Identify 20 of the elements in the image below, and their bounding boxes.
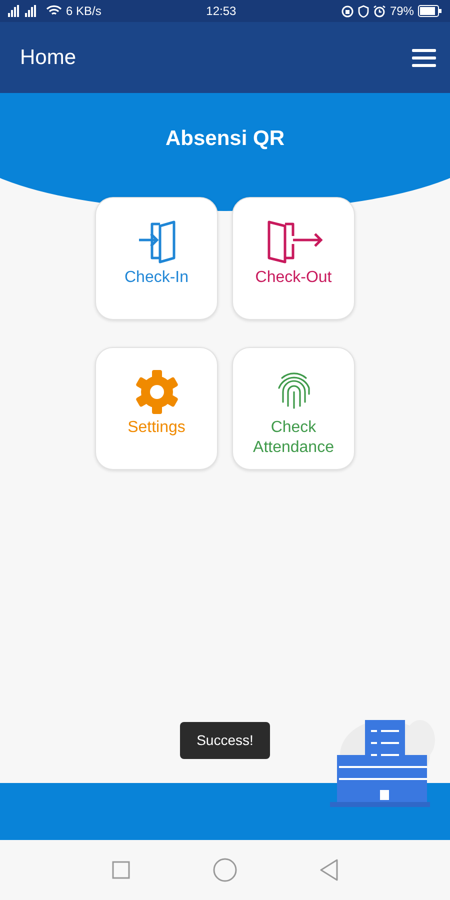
battery-icon — [418, 5, 442, 17]
alarm-icon — [372, 4, 386, 18]
menu-icon[interactable] — [412, 48, 436, 66]
rotation-lock-icon — [340, 4, 354, 18]
shield-icon — [358, 4, 369, 18]
menu-tile[interactable]: Check-Out — [232, 196, 355, 320]
back-button[interactable] — [320, 859, 338, 881]
wifi-icon — [46, 5, 62, 17]
menu-tile[interactable]: Settings — [95, 346, 218, 470]
app-bar-title: Home — [20, 44, 76, 71]
clock-time: 12:53 — [206, 3, 236, 20]
battery-percent: 79% — [390, 3, 414, 20]
menu-tile[interactable]: Check Attendance — [232, 346, 355, 470]
network-speed: 6 KB/s — [66, 3, 102, 20]
menu-tile[interactable]: Check-In — [95, 196, 218, 320]
recent-apps-button[interactable] — [112, 861, 130, 879]
door-in-icon — [138, 220, 176, 264]
home-button[interactable] — [212, 858, 237, 882]
toast-message: Success! — [180, 722, 270, 759]
header-title: Absensi QR — [165, 126, 285, 152]
